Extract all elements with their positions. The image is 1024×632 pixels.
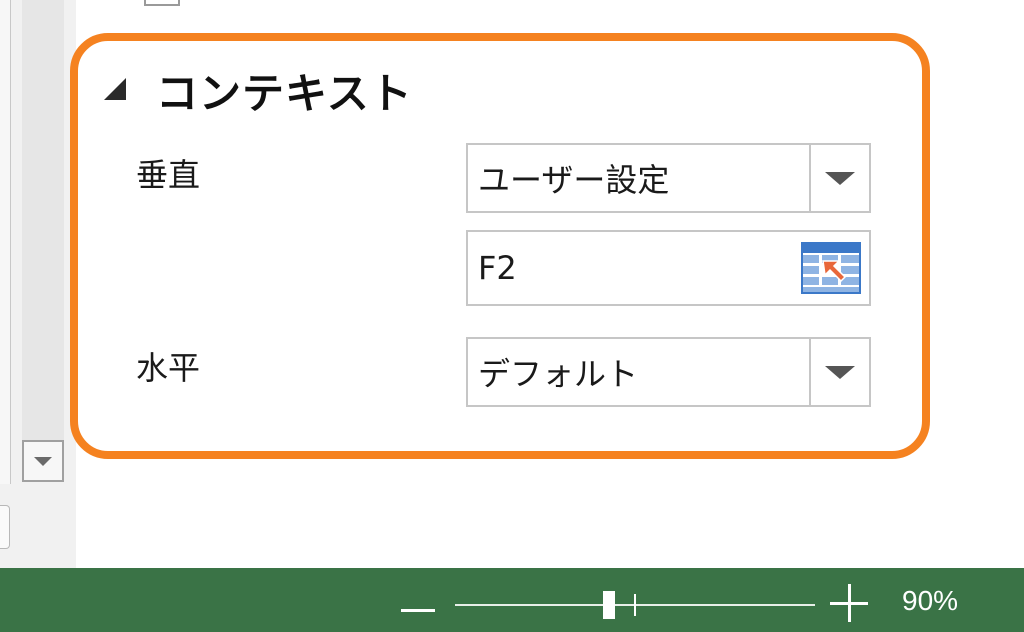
context-section-header[interactable]: コンテキスト: [104, 60, 413, 120]
horizontal-dropdown-value: デフォルト: [478, 355, 639, 393]
minus-icon[interactable]: [398, 597, 438, 623]
vertical-reference-input[interactable]: F2: [466, 230, 871, 306]
section-title: コンテキスト: [156, 68, 413, 118]
vertical-dropdown[interactable]: ユーザー設定: [466, 143, 871, 213]
vertical-reference-value: F2: [478, 249, 517, 287]
left-panel-lower: [0, 505, 10, 549]
scroll-down-button[interactable]: [22, 440, 64, 482]
checkbox-partial[interactable]: [144, 0, 180, 6]
chevron-down-icon: [825, 365, 855, 379]
vertical-dropdown-value: ユーザー設定: [478, 161, 670, 199]
vertical-dropdown-button[interactable]: [809, 145, 869, 211]
chevron-down-icon: [825, 171, 855, 185]
vertical-label: 垂直: [136, 156, 201, 194]
horizontal-dropdown-button[interactable]: [809, 339, 869, 405]
zoom-level[interactable]: 90%: [902, 585, 958, 617]
left-panel: [0, 0, 11, 484]
horizontal-label: 水平: [136, 349, 201, 387]
zoom-slider-thumb[interactable]: [603, 591, 615, 619]
zoom-slider-center-tick: [634, 594, 636, 616]
chevron-down-icon: [34, 456, 52, 466]
triangle-collapse-icon[interactable]: [104, 78, 126, 100]
range-select-icon[interactable]: [801, 242, 861, 294]
horizontal-dropdown[interactable]: デフォルト: [466, 337, 871, 407]
plus-icon[interactable]: [830, 584, 870, 624]
status-bar: [0, 568, 1024, 632]
scrollbar-track[interactable]: [22, 0, 64, 440]
